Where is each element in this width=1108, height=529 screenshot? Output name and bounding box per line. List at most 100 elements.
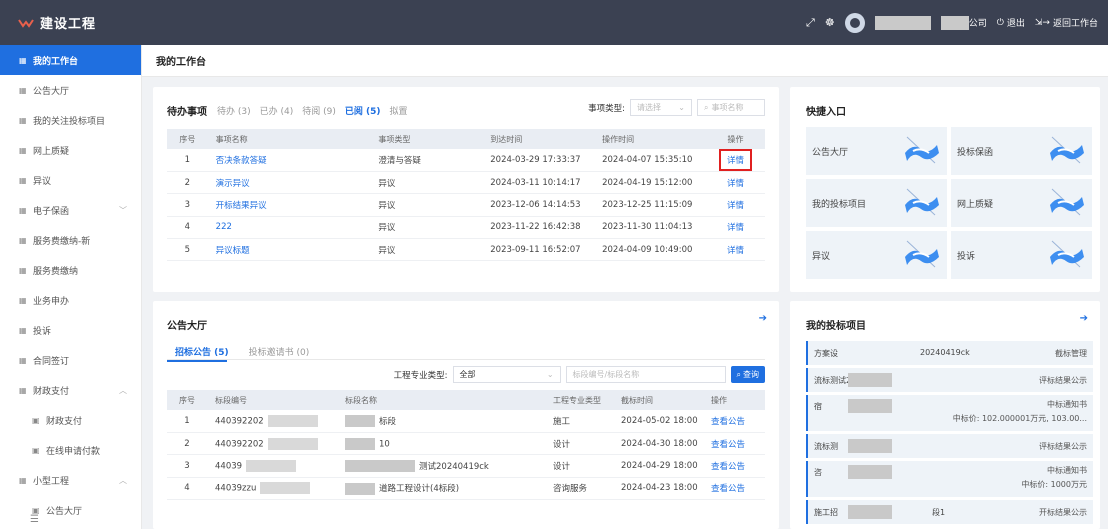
detail-link[interactable]: 详情 (721, 196, 750, 214)
bid-project-name-text: 流标测 (814, 442, 838, 451)
notice-search-button[interactable]: ⌕ 查询 (730, 366, 765, 383)
sidebar-item-label: 异议 (33, 176, 52, 187)
quick-entry-item[interactable]: 公告大厅 (806, 127, 947, 175)
item-name-link[interactable]: 异议标题 (207, 238, 371, 262)
notice-table-header: 序号 标段编号 标段名称 工程专业类型 截标时间 操作 (167, 390, 765, 410)
detail-link[interactable]: 详情 (718, 148, 752, 171)
sidebar-item[interactable]: ▦ 业务申办 (0, 285, 141, 315)
sidebar-item-label: 在线申请付款 (46, 446, 101, 457)
item-type: 异议 (370, 193, 483, 217)
item-name-link[interactable]: 否决条款答疑 (207, 149, 371, 172)
quick-entry-grid: 公告大厅 投标保函 我的投标项目 网上质疑 异议 投诉 (806, 127, 1092, 279)
my-bids-more-icon[interactable]: ➔ (1080, 313, 1088, 324)
view-notice-link[interactable]: 查看公告 (703, 432, 765, 456)
document-icon: ▣ (32, 445, 40, 455)
quick-entry-item[interactable]: 异议 (806, 231, 947, 279)
notice-tab[interactable]: 招标公告 (5) (175, 345, 229, 358)
redacted-block (345, 415, 375, 428)
quick-entry-item[interactable]: 我的投标项目 (806, 179, 947, 227)
sidebar-item[interactable]: ▦ 电子保函 ﹀ (0, 195, 141, 225)
grid-icon: ▦ (19, 385, 27, 395)
view-notice-link[interactable]: 查看公告 (703, 410, 765, 433)
item-name-link[interactable]: 演示异议 (207, 171, 371, 195)
row-number: 3 (167, 454, 207, 478)
todo-column-header: 到达时间 (482, 129, 595, 149)
chevron-down-icon: ⌄ (678, 103, 685, 112)
sidebar-item[interactable]: ▦ 我的工作台 (0, 45, 141, 75)
notice-type-select[interactable]: 全部 ⌄ (452, 366, 561, 383)
todo-filter-label: 事项类型: (588, 103, 625, 114)
detail-link[interactable]: 详情 (721, 174, 750, 192)
quick-entry-item[interactable]: 投诉 (951, 231, 1092, 279)
arrive-time: 2024-03-29 17:33:37 (482, 149, 595, 172)
row-number: 5 (167, 238, 208, 262)
notice-more-icon[interactable]: ➔ (759, 313, 767, 324)
sidebar-item[interactable]: ▣ 财政支付 (0, 405, 141, 435)
bid-project-item[interactable]: 流标测 评标结果公示 (806, 434, 1093, 458)
user-name-redacted (874, 15, 931, 30)
avatar-face (849, 17, 860, 28)
sidebar-item[interactable]: ▦ 服务费缴纳 (0, 255, 141, 285)
todo-filter: 事项类型: 请选择 ⌄ ⌕ 事项名称 (588, 99, 765, 116)
sidebar-item[interactable]: ▦ 网上质疑 (0, 135, 141, 165)
quick-entry-item[interactable]: 投标保函 (951, 127, 1092, 175)
quick-entry-item[interactable]: 网上质疑 (951, 179, 1092, 227)
bid-project-name: 宿 (814, 401, 822, 412)
bid-status: 开标结果公示 (1039, 508, 1087, 517)
sidebar-item[interactable]: ▣ 在线申请付款 (0, 435, 141, 465)
back-to-workbench-button[interactable]: ⇲→ 返回工作台 (1035, 16, 1098, 30)
sidebar-item[interactable]: ▦ 公告大厅 (0, 75, 141, 105)
todo-tab[interactable]: 已阅 (5) (345, 104, 381, 117)
section-name-cell: 标段 (337, 410, 545, 433)
todo-search-input[interactable]: ⌕ 事项名称 (697, 99, 765, 116)
item-name-link[interactable]: 222 (207, 216, 371, 240)
bid-project-item[interactable]: 宿 中标通知书 中标价: 102.000001万元, 103.00... (806, 395, 1093, 431)
grid-icon: ▦ (19, 55, 27, 65)
sidebar-item[interactable]: ▦ 合同签订 (0, 345, 141, 375)
todo-tab[interactable]: 已办 (4) (260, 104, 294, 117)
section-code-cell: 440392202 (207, 410, 337, 433)
todo-tab[interactable]: 待办 (3) (217, 104, 251, 117)
logout-button[interactable]: ⏻ 退出 (997, 16, 1025, 30)
todo-type-select[interactable]: 请选择 ⌄ (630, 99, 692, 116)
bid-project-name-text: 方案设 (814, 349, 838, 358)
bid-project-item[interactable]: 咨 中标通知书 中标价: 1000万元 (806, 461, 1093, 497)
item-name-link[interactable]: 开标结果异议 (207, 193, 371, 217)
todo-tab[interactable]: 拟置 (390, 104, 408, 117)
grid-icon: ▦ (19, 205, 27, 215)
redacted-block (267, 437, 318, 450)
sidebar-item[interactable]: ▣ 公告大厅 (0, 495, 141, 525)
todo-type-placeholder: 请选择 (637, 103, 661, 112)
redacted-block (345, 482, 375, 495)
view-notice-link[interactable]: 查看公告 (703, 477, 765, 501)
bid-project-item[interactable]: 流标测试202 评标结果公示 (806, 368, 1093, 392)
sidebar-item[interactable]: ▦ 小型工程 ︿ (0, 465, 141, 495)
sidebar-item[interactable]: ▦ 服务费缴纳-新 (0, 225, 141, 255)
notice-search-input[interactable]: 标段编号/标段名称 (565, 366, 726, 383)
fullscreen-icon[interactable]: ⤢ (806, 16, 815, 30)
view-notice-link[interactable]: 查看公告 (703, 454, 765, 478)
logo[interactable]: 建设工程 (0, 0, 142, 45)
avatar[interactable] (844, 12, 865, 33)
todo-tab[interactable]: 待阅 (9) (302, 104, 336, 117)
deadline-time: 2024-04-30 18:00 (613, 432, 703, 456)
sidebar-item[interactable]: ▦ 投诉 (0, 315, 141, 345)
sidebar-item-label: 服务费缴纳 (33, 266, 79, 277)
sidebar-item[interactable]: ▦ 财政支付 ︿ (0, 375, 141, 405)
sidebar-item[interactable]: ▦ 异议 (0, 165, 141, 195)
bid-project-name-text: 宿 (814, 402, 822, 411)
notice-tab-indicator (167, 360, 227, 362)
todo-table: 序号 事项名称 事项类型 到达时间 操作时间 操作 1 否决条款答疑 澄清与答疑 2024-03… (167, 129, 765, 262)
section-name: 标段 (379, 416, 397, 427)
detail-link[interactable]: 详情 (721, 241, 750, 259)
detail-link[interactable]: 详情 (721, 218, 750, 236)
bid-project-item[interactable]: 施工招 段1 开标结果公示 (806, 500, 1093, 524)
notification-icon[interactable]: ☸ (825, 16, 835, 29)
collapse-menu-icon[interactable]: ☰ (30, 514, 39, 525)
notice-search-placeholder: 标段编号/标段名称 (572, 370, 640, 379)
quick-entry-label: 投诉 (957, 251, 976, 262)
my-bids-title: 我的投标项目 (806, 321, 866, 332)
notice-tab[interactable]: 投标邀请书 (0) (249, 345, 310, 358)
bid-project-item[interactable]: 方案设 20240419ck 截标管理 (806, 341, 1093, 365)
sidebar-item[interactable]: ▦ 我的关注投标项目 (0, 105, 141, 135)
